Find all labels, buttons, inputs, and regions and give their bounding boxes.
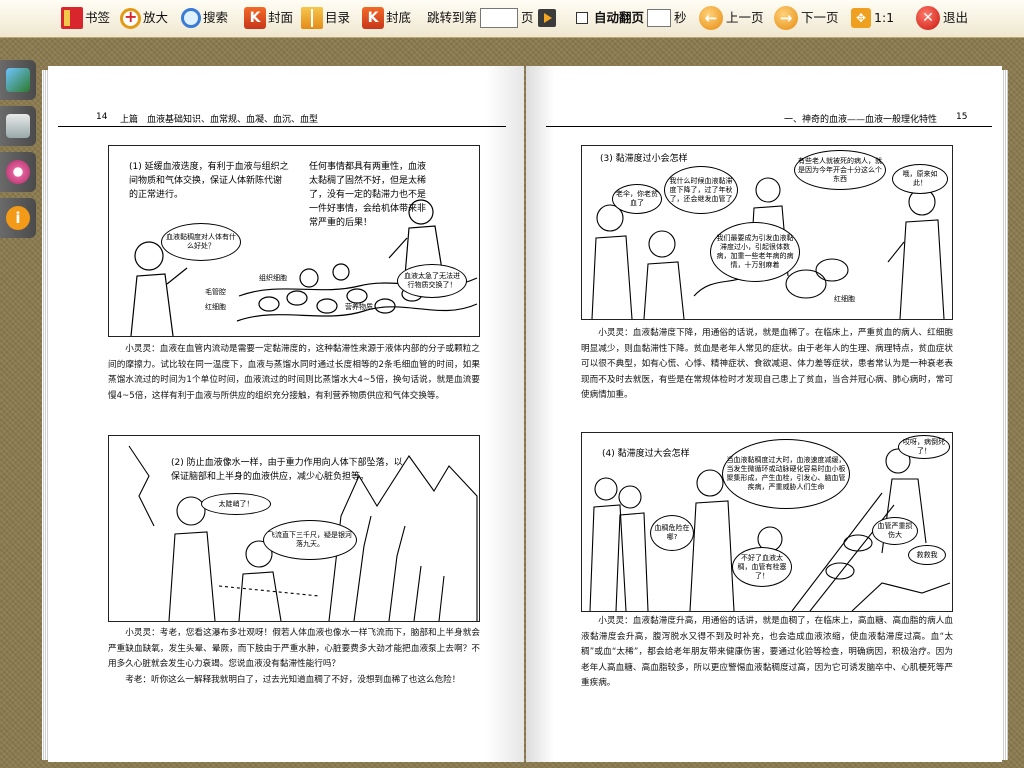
body-paragraph: 小灵灵：考老，您看这瀑布多壮观呀！假若人体血液也像水一样飞流而下，脑部和上半身就… [108,628,480,685]
auto-flip-control: 自动翻页 秒 [576,5,687,31]
exit-button[interactable]: ✕ 退出 [916,5,968,31]
first-page-icon: K [244,7,266,29]
info-icon: i [6,206,30,230]
thumbnails-tab[interactable] [0,60,36,100]
page-number: 14 [96,112,108,122]
contents-button[interactable]: 目录 [301,5,350,31]
settings-tab[interactable] [0,152,36,192]
comic-panel-2: (2) 防止血液像水一样，由于重力作用向人体下部坠落，以保证脑部和上半身的血液供… [108,435,480,622]
image-icon [6,68,30,92]
panel-caption: (4) 黏滞度过大会怎样 [602,449,690,459]
back-cover-button[interactable]: K 封底 [362,5,411,31]
speech-bubble: 不好了血液太稠，血管有栓塞了！ [732,547,792,587]
comic-panel-4: (4) 黏滞度过大会怎样 当血液黏稠度过大时，血液速度减缓，当发生微循环或动脉硬… [581,432,953,612]
body-paragraph: 小灵灵：血液在血管内流动是需要一定黏滞度的，这种黏滞性来源于液体内部的分子或颗粒… [108,344,480,401]
right-page[interactable]: 一、神奇的血液——血液一般理化特性 15 (3) 黏滞度过小会怎样 老伞，你老贫… [526,66,1002,762]
speech-bubble: 血管严重损伤大 [872,517,918,545]
speech-bubble: 哎呀，病倒死了！ [898,435,950,459]
speech-bubble: 血稠危险在哪? [650,515,694,551]
goto-page-control: 跳转到第 页 [427,5,556,31]
info-tab[interactable]: i [0,198,36,238]
left-page[interactable]: 14 上篇 血液基础知识、血常规、血凝、血沉、血型 (1) 延缓血液迭度，有利于… [48,66,524,762]
speech-bubble: 哦，原来如此！ [892,164,948,194]
panel-caption: (2) 防止血液像水一样，由于重力作用向人体下部坠落，以保证脑部和上半身的血液供… [171,458,403,482]
arrow-left-icon: ← [699,6,723,30]
header-rule [58,126,506,127]
comic-panel-3: (3) 黏滞度过小会怎样 老伞，你老贫血了 我什么时候血液黏滞度下降了，过了年秋… [581,145,953,320]
auto-flip-checkbox[interactable] [576,12,588,24]
auto-flip-seconds-input[interactable] [647,9,672,27]
bookmark-icon [61,7,83,29]
actual-size-button[interactable]: ✥ 1:1 [851,5,894,31]
body-paragraph: 小灵灵：血液黏滞度下降，用通俗的话说，就是血稀了。在临床上，严重贫血的病人、红细… [581,328,953,400]
diagram-label: 红细胞 [834,295,855,303]
speech-bubble: 我什么时候血液黏滞度下降了，过了年秋了，还会继发血管了 [664,166,738,214]
speech-bubble: 飞流直下三千尺，疑是银河落九天。 [263,520,357,560]
page-number: 15 [956,112,968,122]
speech-bubble: 血液黏稠度对人体有什么好处？ [161,223,241,261]
speech-bubble: 有些老人就被死的病人，就是因为今年开会十分这么个东西 [794,150,886,190]
prev-page-button[interactable]: ← 上一页 [699,5,764,31]
next-page-button[interactable]: → 下一页 [774,5,839,31]
panel-caption: 任何事情都具有两重性，血液太黏稠了固然不好，但是太稀了，没有一定的黏滞力也不是一… [309,162,427,228]
goto-play-icon[interactable] [537,9,556,27]
last-page-icon: K [362,7,384,29]
goto-page-input[interactable] [480,8,519,28]
bookmark-button[interactable]: 书签 [61,5,110,31]
speech-bubble: 老伞，你老贫血了 [612,184,662,214]
diagram-label: 毛管腔 [205,288,226,296]
search-icon [181,8,201,28]
cover-button[interactable]: K 封面 [244,5,293,31]
page-stack-right [1002,70,1008,760]
diagram-label: 组织细胞 [259,274,287,282]
fit-icon: ✥ [851,8,871,28]
diagram-label: 红细胞 [205,303,226,311]
diagram-label: 营养物质 [345,303,373,311]
gear-icon [6,160,30,184]
comic-panel-1: (1) 延缓血液迭度，有利于血液与组织之间物质和气体交换，保证人体新陈代谢的正常… [108,145,480,337]
book-icon [301,7,323,29]
search-button[interactable]: 搜索 [181,5,228,31]
running-head: 上篇 血液基础知识、血常规、血凝、血沉、血型 [120,115,319,125]
print-tab[interactable] [0,106,36,146]
speech-bubble: 当血液黏稠度过大时，血液速度减缓，当发生微循环或动脉硬化容易时血小板聚集形成，产… [722,439,850,509]
zoom-in-icon [120,7,141,29]
speech-bubble: 救救我 [908,545,946,565]
panel-caption: (1) 延缓血液迭度，有利于血液与组织之间物质和气体交换，保证人体新陈代谢的正常… [129,162,289,200]
panel-caption: (3) 黏滞度过小会怎样 [600,154,688,164]
zoom-in-button[interactable]: 放大 [120,5,168,31]
speech-bubble: 太陡峭了！ [201,493,271,515]
reader-toolbar: 书签 放大 搜索 K 封面 目录 K 封底 跳转到第 页 自动翻页 秒 ← 上一… [0,0,1024,38]
header-rule [546,126,992,127]
arrow-right-icon: → [774,6,798,30]
close-icon: ✕ [916,6,940,30]
book-spread: 14 上篇 血液基础知识、血常规、血凝、血沉、血型 (1) 延缓血液迭度，有利于… [42,66,1008,762]
speech-bubble: 我们最要成为引发血液黏滞度过小，引起很体数病，加重一些老年病的病情，十万别麻着 [710,222,800,282]
printer-icon [6,114,30,138]
speech-bubble: 血液太急了无法进行物质交换了！ [397,264,467,298]
running-head: 一、神奇的血液——血液一般理化特性 [784,115,938,125]
body-paragraph: 小灵灵：血液黏滞度升高，用通俗的话讲，就是血稠了，在临床上，高血糖、高血脂的病人… [581,616,953,688]
